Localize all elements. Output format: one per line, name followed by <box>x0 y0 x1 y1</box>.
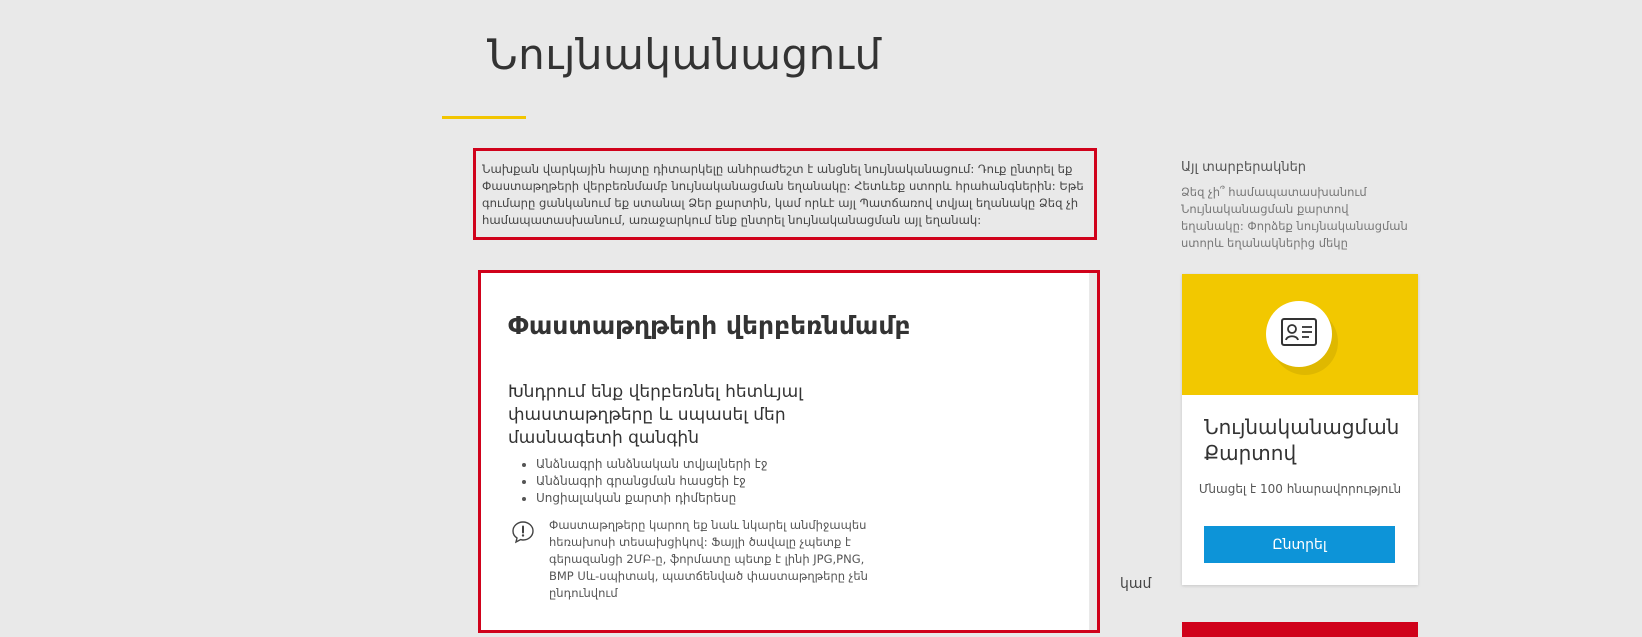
id-card-title: Նույնականացման Քարտով <box>1204 415 1400 465</box>
list-item: Անձնագրի գրանցման հասցեի էջ <box>536 473 768 490</box>
list-item: Սոցիալական քարտի դիմերեսը <box>536 490 768 507</box>
page-title: Նույնականացում <box>487 30 882 79</box>
document-list: Անձնագրի անձնական տվյալների էջ Անձնագրի … <box>508 456 768 507</box>
sidebar-description: Ձեզ չի՞ համապատասխանում Նույնականացման ք… <box>1181 185 1408 250</box>
upload-notice: Փաստաթղթերը կարող եք նաև նկարել անմիջապե… <box>511 517 871 602</box>
sidebar-title: Այլ տարբերակներ <box>1181 160 1307 175</box>
id-card-icon-badge <box>1266 301 1332 367</box>
list-item: Անձնագրի անձնական տվյալների էջ <box>536 456 768 473</box>
document-upload-lead: Խնդրում ենք վերբեռնել հետևյալ փաստաթղթեր… <box>508 382 803 448</box>
intro-text: Նախքան վարկային հայտը դիտարկելը անհրաժեշ… <box>482 162 1084 227</box>
document-upload-title: Փաստաթղթերի վերբեռնմամբ <box>508 311 911 340</box>
select-button[interactable]: Ընտրել <box>1204 526 1395 563</box>
card-scroll-gutter <box>1089 273 1097 630</box>
id-card-option: Նույնականացման Քարտով Մնացել է 100 հնարա… <box>1182 274 1418 585</box>
id-card-header <box>1182 274 1418 395</box>
upload-notice-text: Փաստաթղթերը կարող եք նաև նկարել անմիջապե… <box>549 518 868 600</box>
id-card-balance: Մնացել է 100 հնարավորություն <box>1198 482 1402 496</box>
title-underline <box>442 116 526 119</box>
or-separator: կամ <box>1120 576 1152 592</box>
intro-text-box: Նախքան վարկային հայտը դիտարկելը անհրաժեշ… <box>473 148 1097 240</box>
id-card-icon <box>1280 317 1318 351</box>
document-upload-card: Փաստաթղթերի վերբեռնմամբ Խնդրում ենք վերբ… <box>478 270 1100 633</box>
exclamation-bubble-icon <box>511 520 535 544</box>
next-option-card[interactable] <box>1182 622 1418 637</box>
